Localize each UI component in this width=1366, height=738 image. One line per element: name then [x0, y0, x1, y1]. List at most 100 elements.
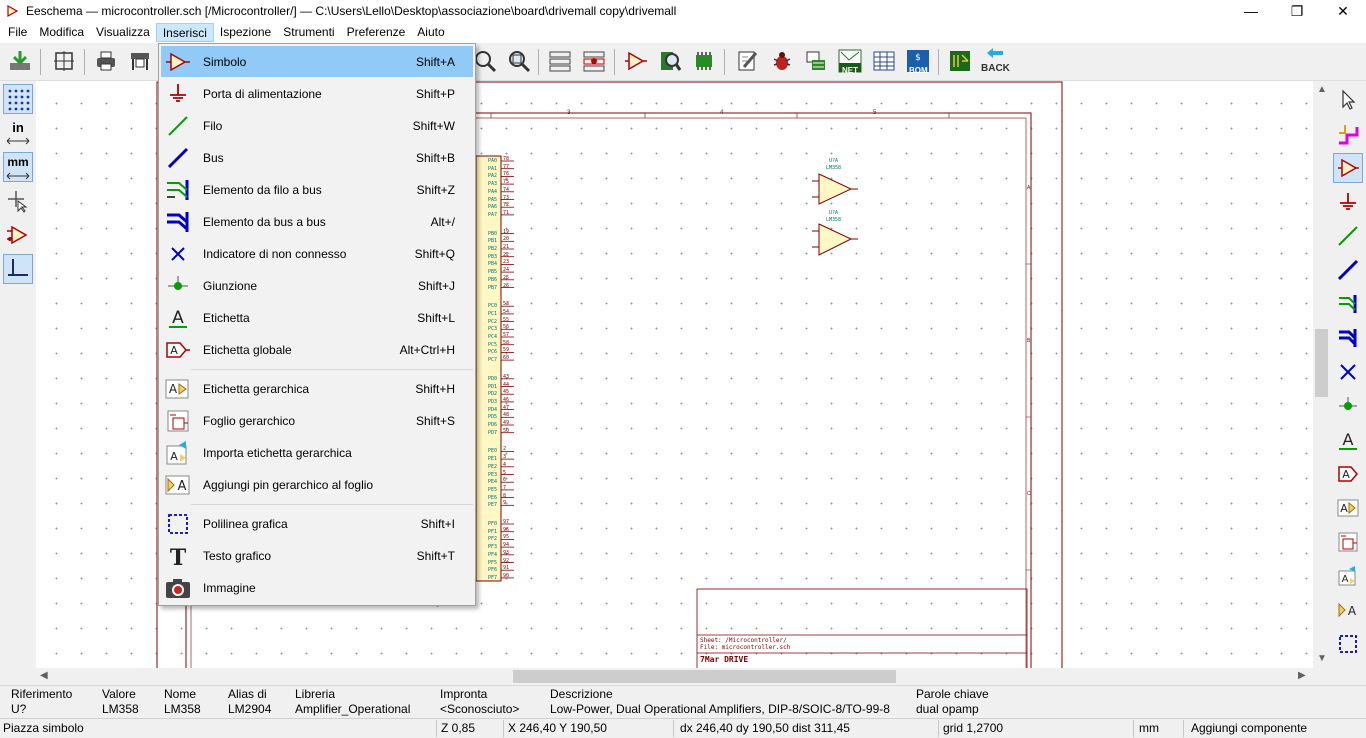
menu-preferenze[interactable]: Preferenze — [341, 23, 412, 42]
assign-footprints-button[interactable] — [802, 47, 830, 75]
ic-pin-number: 72 — [503, 202, 510, 209]
erc-button[interactable] — [768, 47, 796, 75]
ic-pin-number: 8 — [503, 492, 507, 499]
menu-item-giunzione[interactable]: Giunzione Shift+J — [161, 270, 473, 301]
wire-45deg-button[interactable] — [3, 254, 33, 284]
library-browser-button[interactable] — [656, 47, 684, 75]
info-footprint: Impronta <Sconosciuto> — [440, 687, 520, 716]
vertical-scroll-thumb[interactable] — [1315, 329, 1328, 397]
menu-item-polilinea[interactable]: Polilinea grafica Shift+I — [161, 508, 473, 539]
scroll-up-icon[interactable]: ▲ — [1317, 84, 1327, 95]
symbol-fields-table-button[interactable] — [870, 47, 898, 75]
menu-inserisci[interactable]: Inserisci — [155, 23, 214, 42]
minimize-button[interactable]: — — [1228, 0, 1274, 22]
zoom-fit-button[interactable] — [505, 47, 533, 75]
units-inches-button[interactable]: in — [3, 118, 33, 148]
ic-pin-number: 24 — [503, 267, 510, 274]
save-button[interactable] — [6, 47, 34, 75]
menu-item-etichetta-gerarchica[interactable]: A Etichetta gerarchica Shift+H — [161, 373, 473, 404]
menu-item-etichetta-globale[interactable]: A Etichetta globale Alt+Ctrl+H — [161, 334, 473, 365]
status-grid: grid 1,2700 — [943, 721, 1004, 735]
bom-button[interactable]: $ BOM — [904, 47, 932, 75]
print-button[interactable] — [92, 47, 120, 75]
menu-item-porta-alimentazione[interactable]: Porta di alimentazione Shift+P — [161, 78, 473, 109]
horizontal-scroll-thumb[interactable] — [513, 670, 896, 683]
right-toolbar: A A A A A — [1330, 81, 1366, 668]
menu-item-importa-etichetta[interactable]: A Importa etichetta gerarchica — [161, 437, 473, 468]
units-mm-button[interactable]: mm — [3, 152, 33, 182]
scroll-left-icon[interactable]: ◀ — [40, 670, 48, 681]
ic-pin-number: 22 — [503, 251, 510, 258]
restore-button[interactable]: ❐ — [1274, 0, 1320, 22]
add-junction-tool-button[interactable] — [1333, 391, 1363, 421]
open-pcbnew-button[interactable] — [946, 47, 974, 75]
cursor-shape-button[interactable] — [3, 186, 33, 216]
bom-label: BOM — [909, 66, 928, 75]
info-value: Valore LM358 — [102, 687, 139, 716]
add-hier-sheet-tool-button[interactable] — [1333, 527, 1363, 557]
svg-text:T: T — [170, 545, 187, 568]
menu-item-bus-a-bus[interactable]: Elemento da bus a bus Alt+/ — [161, 206, 473, 237]
add-polyline-tool-button[interactable] — [1333, 629, 1363, 659]
menu-item-etichetta[interactable]: A Etichetta Shift+L — [161, 302, 473, 333]
ic-pin-label: PB5 — [488, 269, 498, 276]
menu-ispezione[interactable]: Ispezione — [214, 23, 277, 42]
menu-visualizza[interactable]: Visualizza — [90, 23, 156, 42]
netlist-label: NET — [842, 66, 858, 75]
vertical-scrollbar[interactable]: ▲ ▼ — [1313, 81, 1330, 668]
annotate-button[interactable] — [690, 47, 718, 75]
add-bus-tool-button[interactable] — [1333, 255, 1363, 285]
page-settings-button[interactable] — [50, 47, 78, 75]
hierarchy-navigator-button[interactable] — [546, 47, 574, 75]
ic-pin-label: PE4 — [488, 479, 498, 486]
scroll-right-icon[interactable]: ▶ — [1298, 670, 1306, 681]
netlist-button[interactable]: NET — [836, 47, 864, 75]
ic-pin-number: 73 — [503, 194, 510, 201]
add-hier-pin-tool-button[interactable]: A — [1333, 595, 1363, 625]
edit-fields-button[interactable] — [734, 47, 762, 75]
menu-file[interactable]: File — [2, 23, 33, 42]
scroll-down-icon[interactable]: ▼ — [1317, 653, 1327, 664]
add-global-label-tool-button[interactable]: A — [1333, 459, 1363, 489]
add-bus-to-bus-tool-button[interactable] — [1333, 323, 1363, 353]
opamp-u1a[interactable] — [812, 173, 858, 205]
menu-item-non-connesso[interactable]: Indicatore di non connesso Shift+Q — [161, 238, 473, 269]
add-wire-to-bus-tool-button[interactable] — [1333, 289, 1363, 319]
ic-pin-label: PA5 — [488, 196, 498, 203]
menu-aiuto[interactable]: Aiuto — [411, 23, 450, 42]
ic-pin-number: 91 — [503, 565, 510, 572]
status-mode: Aggiungi componente — [1191, 721, 1308, 735]
ic-pin-label: PF4 — [488, 551, 498, 558]
import-hier-label-tool-button[interactable]: A — [1333, 561, 1363, 591]
title-block-sheet: Sheet: /Microcontroller/ — [700, 637, 787, 644]
menu-strumenti[interactable]: Strumenti — [277, 23, 340, 42]
menu-item-foglio-gerarchico[interactable]: Foglio gerarchico Shift+S — [161, 405, 473, 436]
leave-sheet-button[interactable] — [580, 47, 608, 75]
menu-item-testo-grafico[interactable]: T Testo grafico Shift+T — [161, 540, 473, 571]
ic-pin-number: 26 — [503, 282, 510, 289]
menu-item-bus[interactable]: Bus Shift+B — [161, 142, 473, 173]
hidden-pins-button[interactable] — [3, 220, 33, 250]
back-annotate-button[interactable]: BACK — [980, 47, 1010, 75]
add-wire-tool-button[interactable] — [1333, 221, 1363, 251]
ic-pin-number: 57 — [503, 332, 510, 338]
symbol-editor-button[interactable] — [622, 47, 650, 75]
add-power-tool-button[interactable] — [1333, 187, 1363, 217]
menu-modifica[interactable]: Modifica — [33, 23, 90, 42]
opamp-u2a[interactable] — [812, 223, 858, 256]
menu-item-filo[interactable]: Filo Shift+W — [161, 110, 473, 141]
menu-item-aggiungi-pin[interactable]: A Aggiungi pin gerarchico al foglio — [161, 469, 473, 500]
horizontal-scrollbar[interactable]: ◀ ▶ — [36, 668, 1313, 685]
toggle-grid-button[interactable] — [3, 84, 33, 114]
add-label-tool-button[interactable]: A — [1333, 425, 1363, 455]
menu-item-immagine[interactable]: Immagine — [161, 572, 473, 603]
menu-item-simbolo[interactable]: Simbolo Shift+A — [161, 46, 473, 77]
plot-button[interactable] — [126, 47, 154, 75]
add-symbol-tool-button[interactable] — [1333, 153, 1363, 183]
add-hier-label-tool-button[interactable]: A — [1333, 493, 1363, 523]
menu-item-filo-a-bus[interactable]: Elemento da filo a bus Shift+Z — [161, 174, 473, 205]
highlight-net-button[interactable] — [1333, 119, 1363, 149]
select-tool-button[interactable] — [1333, 85, 1363, 115]
close-button[interactable]: ✕ — [1320, 0, 1366, 22]
add-no-connect-tool-button[interactable] — [1333, 357, 1363, 387]
